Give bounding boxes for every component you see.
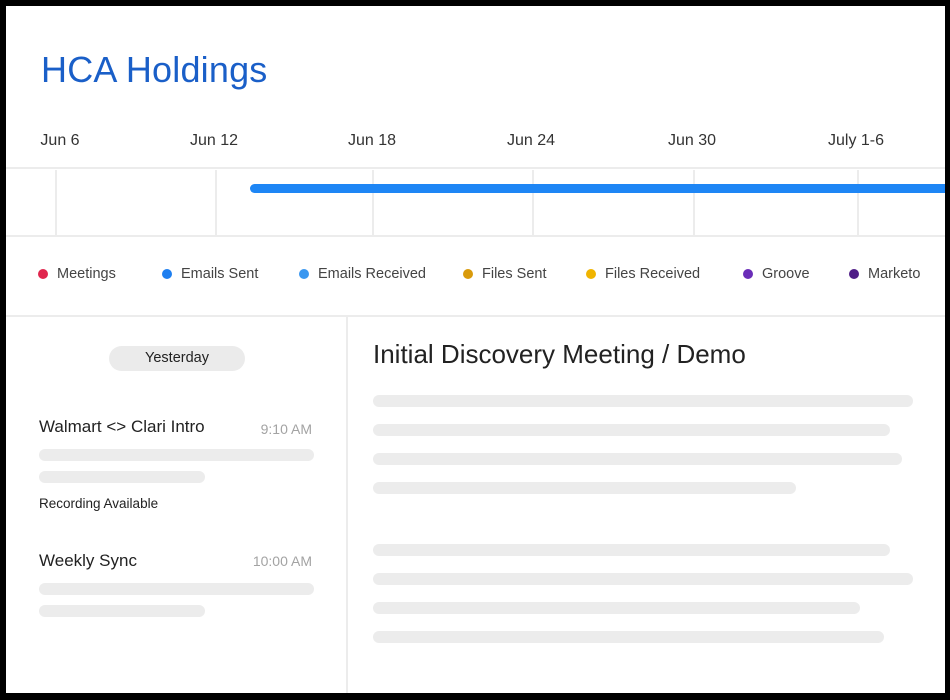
date-label-jun-24: Jun 24 [506,132,556,149]
legend-label: Meetings [57,266,116,282]
legend-label: Files Sent [482,266,547,282]
legend-label: Files Received [605,266,701,282]
placeholder-line [39,583,314,595]
date-label-jun-30: Jun 30 [667,132,717,149]
legend-dot-icon [162,269,172,279]
recording-status: Recording Available [39,496,159,511]
legend-item-meetings[interactable]: Meetings [38,266,116,282]
timeline-gridline [532,170,534,236]
legend-label: Marketo [868,266,921,282]
placeholder-line [373,631,884,643]
account-title: HCA Holdings [41,49,268,90]
account-timeline-panel: HCA Holdings Jun 6 Jun 12 Jun 18 Jun 24 … [0,0,950,700]
date-label-jun-12: Jun 12 [189,132,239,149]
timeline-bottom-rule [6,235,945,237]
placeholder-line [373,573,913,585]
legend-item-emails-received[interactable]: Emails Received [299,266,426,282]
legend-dot-icon [299,269,309,279]
section-divider [6,315,945,317]
timeline-gridline [55,170,57,236]
legend-dot-icon [743,269,753,279]
legend-label: Emails Received [318,266,426,282]
day-group-badge: Yesterday [109,346,245,371]
meeting-detail-title: Initial Discovery Meeting / Demo [373,339,746,369]
placeholder-line [373,424,890,436]
activity-item-title: Weekly Sync [39,551,137,570]
activity-timeline-bar[interactable] [250,184,945,193]
pane-divider [346,316,348,693]
legend-item-groove[interactable]: Groove [743,266,810,282]
placeholder-line [373,602,860,614]
legend-label: Groove [762,266,810,282]
activity-item-time: 9:10 AM [260,421,312,437]
timeline-gridline [372,170,374,236]
placeholder-line [373,544,890,556]
legend-item-emails-sent[interactable]: Emails Sent [162,266,258,282]
timeline-gridline [857,170,859,236]
activity-item-title: Walmart <> Clari Intro [39,417,205,436]
timeline-gridline [215,170,217,236]
legend-dot-icon [463,269,473,279]
placeholder-line [39,605,205,617]
timeline-top-rule [6,167,945,169]
date-label-jun-6: Jun 6 [40,132,80,149]
timeline-gridline [693,170,695,236]
date-label-jun-18: Jun 18 [347,132,397,149]
activity-item-time: 10:00 AM [252,553,312,569]
placeholder-line [39,471,205,483]
legend-item-files-sent[interactable]: Files Sent [463,266,546,282]
placeholder-line [373,453,902,465]
legend-dot-icon [586,269,596,279]
legend-label: Emails Sent [181,266,259,282]
legend-dot-icon [849,269,859,279]
legend-item-marketo[interactable]: Marketo [849,266,920,282]
placeholder-line [39,449,314,461]
placeholder-line [373,395,913,407]
legend-item-files-received[interactable]: Files Received [586,266,700,282]
date-label-july-1-6: July 1-6 [827,132,885,149]
placeholder-line [373,482,796,494]
legend-dot-icon [38,269,48,279]
